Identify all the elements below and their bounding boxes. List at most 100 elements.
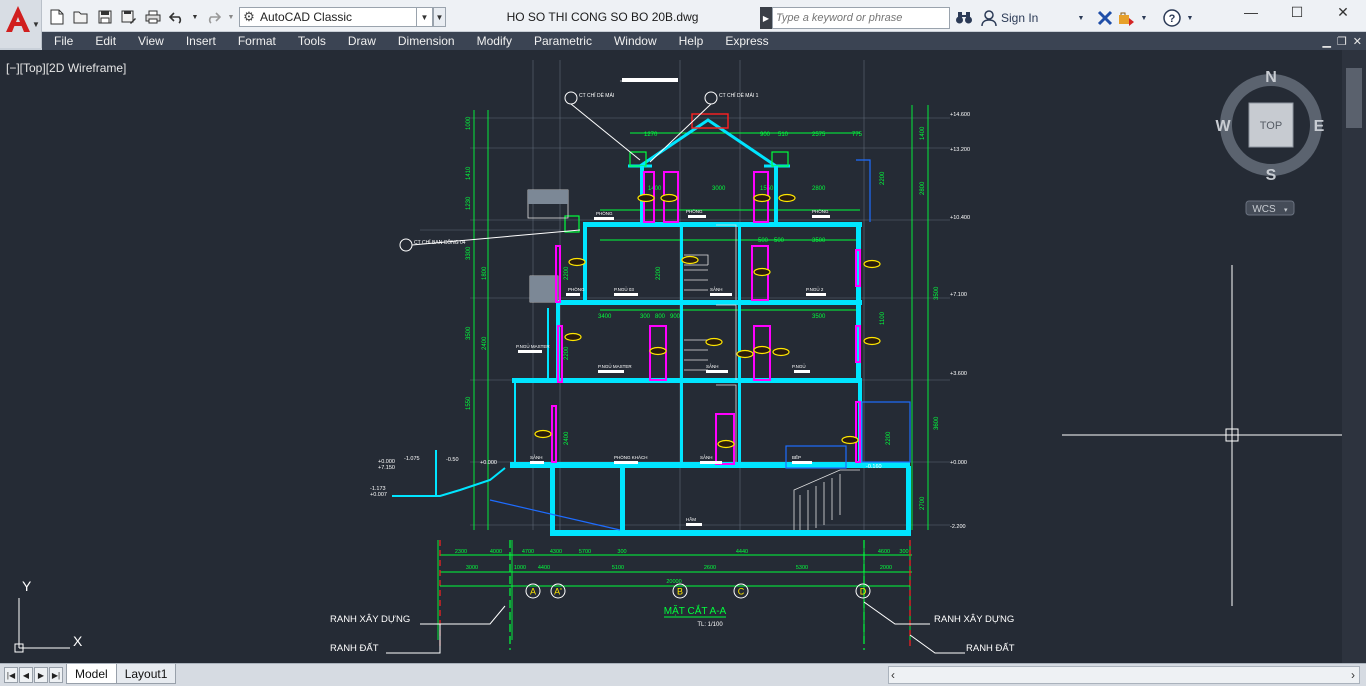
horizontal-scrollbar[interactable]: ‹ ›	[888, 666, 1360, 684]
vertical-scrollbar-thumb[interactable]	[1346, 68, 1362, 128]
level-3: +10.400	[950, 215, 970, 221]
stay-connected-icon[interactable]	[1117, 8, 1135, 28]
chevron-down-icon[interactable]: ▼	[416, 8, 432, 26]
svg-text:500: 500	[774, 238, 785, 244]
svg-text:2200: 2200	[886, 431, 892, 445]
compass-north[interactable]: N	[1265, 69, 1277, 86]
sign-in-link[interactable]: Sign In	[1001, 8, 1071, 28]
level-6: +0.000	[950, 460, 967, 466]
close-icon[interactable]: ✕	[1320, 0, 1366, 24]
search-input[interactable]	[772, 7, 950, 29]
minimize-icon[interactable]: —	[1228, 0, 1274, 24]
svg-text:1410: 1410	[466, 166, 472, 180]
svg-text:500: 500	[758, 238, 769, 244]
qat-customize-icon[interactable]: ▼	[433, 7, 446, 27]
menu-window[interactable]: Window	[603, 32, 668, 50]
stay-connected-dropdown-icon[interactable]: ▼	[1139, 8, 1149, 28]
tab-model[interactable]: Model	[66, 664, 117, 684]
doc-close-icon[interactable]: ✕	[1353, 35, 1362, 48]
document-window-controls: ▁ ❐ ✕	[1322, 32, 1362, 50]
menu-file[interactable]: File	[42, 32, 84, 50]
drawing-canvas[interactable]: 1000 1410 1230 3300 3500 1550 1800 2400 …	[0, 50, 1366, 663]
menu-dimension[interactable]: Dimension	[387, 32, 466, 50]
doc-minimize-icon[interactable]: ▁	[1322, 35, 1330, 48]
menu-modify[interactable]: Modify	[466, 32, 523, 50]
vertical-scrollbar[interactable]	[1342, 50, 1366, 663]
undo-dropdown-icon[interactable]: ▼	[190, 7, 200, 27]
left-build-boundary-label: RANH XÂY DỰNG	[330, 614, 410, 625]
scroll-right-icon[interactable]: ›	[1351, 668, 1355, 682]
menu-parametric[interactable]: Parametric	[523, 32, 603, 50]
application-menu-button[interactable]: ▼	[0, 0, 42, 48]
svg-text:+0.000: +0.000	[480, 460, 497, 466]
menu-insert[interactable]: Insert	[175, 32, 227, 50]
callout-balcony: CT CHỈ BAN CÔNG 04	[414, 239, 466, 246]
exchange-x-icon[interactable]	[1097, 8, 1113, 28]
svg-text:P.NGỦ MASTER: P.NGỦ MASTER	[598, 363, 632, 369]
scroll-left-icon[interactable]: ‹	[891, 668, 895, 682]
dim-r2-4: 2600	[704, 565, 716, 571]
infocenter-tools: Sign In ▼ ▼ ? ▼	[955, 7, 1195, 29]
help-dropdown-icon[interactable]: ▼	[1185, 8, 1195, 28]
svg-text:2200: 2200	[564, 346, 570, 360]
viewcube-face-top[interactable]: TOP	[1260, 120, 1282, 132]
new-icon[interactable]	[46, 7, 68, 27]
layout-tabs: Model Layout1	[66, 664, 177, 686]
dim-r2-1: 1000	[514, 565, 526, 571]
level-5: +3.600	[950, 371, 967, 377]
viewcube[interactable]: TOP N S E W WCS ▾	[1215, 69, 1325, 216]
svg-text:1100: 1100	[880, 311, 886, 325]
svg-text:1000: 1000	[466, 116, 472, 130]
menu-view[interactable]: View	[127, 32, 175, 50]
workspace-switcher[interactable]: ⚙ AutoCAD Classic ▼ ▼	[239, 7, 446, 27]
help-icon[interactable]: ?	[1163, 8, 1181, 28]
svg-text:900: 900	[670, 314, 681, 320]
next-tab-icon[interactable]: ▶	[34, 667, 48, 683]
svg-text:P.NGỦ: P.NGỦ	[792, 363, 806, 369]
redo-dropdown-icon[interactable]: ▼	[226, 7, 236, 27]
svg-text:775: 775	[852, 132, 863, 138]
first-tab-icon[interactable]: |◀	[4, 667, 18, 683]
print-icon[interactable]	[142, 7, 164, 27]
tab-layout1[interactable]: Layout1	[115, 664, 177, 684]
svg-text:P.NGỦ 2: P.NGỦ 2	[806, 286, 824, 292]
menu-help[interactable]: Help	[668, 32, 715, 50]
svg-text:SẢNH: SẢNH	[710, 286, 723, 292]
doc-restore-icon[interactable]: ❐	[1337, 35, 1347, 48]
svg-text:-0.160: -0.160	[866, 464, 882, 470]
menu-edit[interactable]: Edit	[84, 32, 127, 50]
svg-text:3000: 3000	[712, 186, 726, 192]
grid-axis-a: A	[530, 587, 536, 597]
svg-text:P.NGỦ MASTER: P.NGỦ MASTER	[516, 343, 550, 349]
dim-r2-3: 5100	[612, 565, 624, 571]
compass-east[interactable]: E	[1314, 118, 1325, 135]
expand-arrow-icon[interactable]: ▶	[760, 7, 772, 29]
redo-icon[interactable]	[202, 7, 224, 27]
ucs-menu-label[interactable]: WCS	[1252, 204, 1276, 215]
menu-express[interactable]: Express	[714, 32, 779, 50]
right-build-boundary-label: RANH XÂY DỰNG	[934, 614, 1014, 625]
svg-text:2800: 2800	[812, 186, 826, 192]
viewport-controls-label[interactable]: [−][Top][2D Wireframe]	[6, 61, 126, 75]
section-drawing: 1000 1410 1230 3300 3500 1550 1800 2400 …	[14, 60, 1342, 654]
svg-text:3300: 3300	[466, 246, 472, 260]
dim-r1-8: 300	[899, 549, 908, 555]
menu-format[interactable]: Format	[227, 32, 287, 50]
compass-west[interactable]: W	[1215, 118, 1231, 135]
svg-text:P.NGỦ 03: P.NGỦ 03	[614, 286, 634, 292]
save-icon[interactable]	[94, 7, 116, 27]
dim-r1-6: 4440	[736, 549, 748, 555]
user-icon[interactable]	[981, 8, 997, 28]
sign-in-dropdown-icon[interactable]: ▼	[1075, 8, 1087, 28]
menu-tools[interactable]: Tools	[287, 32, 337, 50]
svg-text:1230: 1230	[466, 196, 472, 210]
last-tab-icon[interactable]: ▶|	[49, 667, 63, 683]
undo-icon[interactable]	[166, 7, 188, 27]
maximize-icon[interactable]: ☐	[1274, 0, 1320, 24]
menu-draw[interactable]: Draw	[337, 32, 387, 50]
prev-tab-icon[interactable]: ◀	[19, 667, 33, 683]
compass-south[interactable]: S	[1266, 167, 1277, 184]
open-icon[interactable]	[70, 7, 92, 27]
save-as-icon[interactable]	[118, 7, 140, 27]
binoculars-icon[interactable]	[955, 8, 973, 28]
